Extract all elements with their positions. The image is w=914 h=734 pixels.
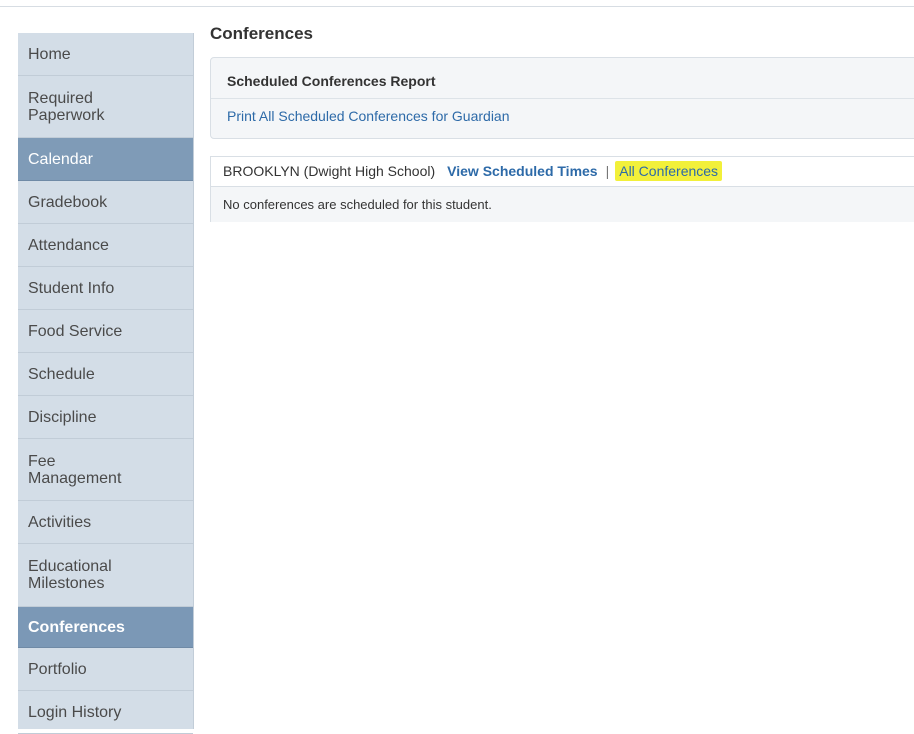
- sidebar-item-label: Food Service: [28, 322, 123, 340]
- sidebar-item-label: Calendar: [28, 150, 93, 168]
- sidebar-item-discipline[interactable]: Discipline: [18, 396, 193, 439]
- student-conferences-panel: BROOKLYN (Dwight High School) View Schedu…: [210, 156, 914, 222]
- sidebar-item-label: Home: [28, 45, 71, 63]
- report-divider: [211, 98, 914, 99]
- sidebar-item-label: Attendance: [28, 236, 109, 254]
- sidebar-item-label: Fee Management: [28, 452, 122, 487]
- all-conferences-link[interactable]: All Conferences: [615, 161, 723, 181]
- sidebar-item-portfolio[interactable]: Portfolio: [18, 648, 193, 691]
- sidebar-item-attendance[interactable]: Attendance: [18, 224, 193, 267]
- sidebar-item-label: Student Info: [28, 279, 115, 297]
- sidebar-item-label: Gradebook: [28, 193, 108, 211]
- sidebar-item-schedule[interactable]: Schedule: [18, 353, 193, 396]
- tab-separator: |: [605, 163, 610, 179]
- conferences-empty-state: No conferences are scheduled for this st…: [211, 187, 914, 222]
- sidebar-item-label: Conferences: [28, 618, 125, 636]
- page-title: Conferences: [210, 24, 313, 43]
- print-all-conferences-link[interactable]: Print All Scheduled Conferences for Guar…: [227, 108, 510, 124]
- sidebar-item-educational-milestones[interactable]: Educational Milestones: [18, 544, 193, 607]
- sidebar-item-login-history[interactable]: Login History: [18, 691, 193, 734]
- no-conferences-message: No conferences are scheduled for this st…: [223, 197, 492, 212]
- sidebar-item-label: Portfolio: [28, 660, 87, 678]
- sidebar-item-gradebook[interactable]: Gradebook: [18, 181, 193, 224]
- sidebar-item-activities[interactable]: Activities: [18, 501, 193, 544]
- view-scheduled-times-link[interactable]: View Scheduled Times: [447, 163, 597, 179]
- sidebar-item-label: Educational Milestones: [28, 558, 112, 592]
- sidebar-item-student-info[interactable]: Student Info: [18, 267, 193, 310]
- report-heading: Scheduled Conferences Report: [227, 73, 436, 89]
- sidebar-item-label: Schedule: [28, 365, 95, 383]
- sidebar-item-required-paperwork[interactable]: Required Paperwork: [18, 76, 193, 138]
- sidebar-item-calendar[interactable]: Calendar: [18, 138, 193, 181]
- sidebar-item-food-service[interactable]: Food Service: [18, 310, 193, 353]
- sidebar-item-conferences[interactable]: Conferences: [18, 607, 193, 648]
- student-school-label: BROOKLYN (Dwight High School): [223, 163, 436, 179]
- sidebar-item-label: Required Paperwork: [28, 89, 105, 124]
- sidebar-item-home[interactable]: Home: [18, 33, 193, 76]
- scheduled-conferences-report-panel: Scheduled Conferences Report Print All S…: [210, 57, 914, 139]
- sidebar-item-label: Login History: [28, 703, 122, 721]
- sidebar-nav: Home Required Paperwork Calendar Gradebo…: [18, 33, 194, 734]
- top-border: [0, 6, 914, 7]
- sidebar-item-label: Activities: [28, 513, 92, 531]
- sidebar-item-label: Discipline: [28, 408, 97, 426]
- student-tab-strip: BROOKLYN (Dwight High School) View Schedu…: [211, 157, 914, 187]
- student-tab-items: BROOKLYN (Dwight High School) View Schedu…: [223, 161, 723, 181]
- sidebar-item-fee-management[interactable]: Fee Management: [18, 439, 193, 501]
